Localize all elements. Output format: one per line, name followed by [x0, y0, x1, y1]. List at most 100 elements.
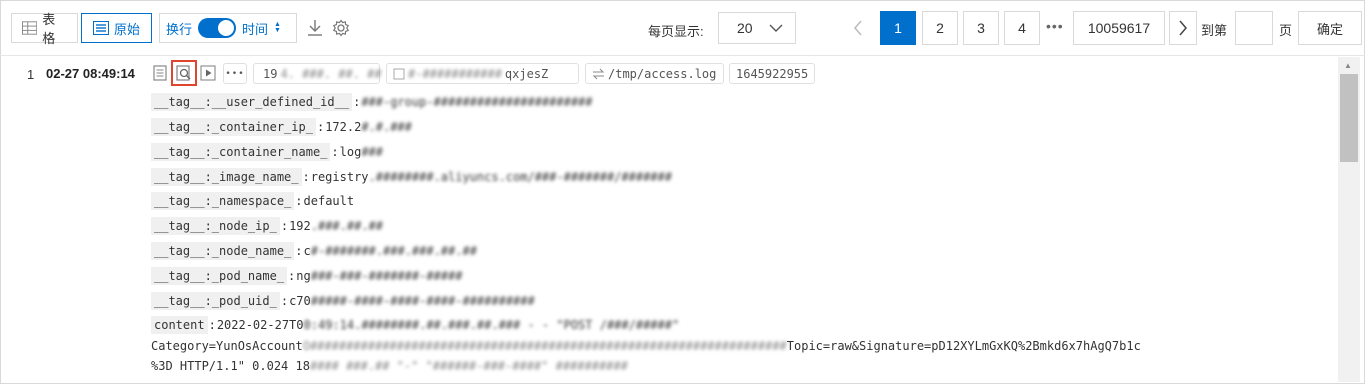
field-colon: :: [353, 95, 361, 109]
chevron-down-icon: [769, 24, 783, 32]
log-field: __tag__:_namespace_: default: [151, 191, 354, 211]
more-dots: •••: [225, 68, 245, 79]
prev-page-button[interactable]: [845, 11, 871, 45]
field-value-redacted: ###: [361, 145, 383, 159]
field-key: __tag__:_container_ip_: [151, 118, 316, 136]
field-key: __tag__:_namespace_: [151, 192, 295, 210]
field-value: ng: [296, 269, 311, 283]
page-button-4[interactable]: 4: [1004, 11, 1040, 45]
line-text-redacted: O#######################################…: [302, 339, 787, 353]
field-value-redacted: ###-group-######################: [361, 95, 593, 109]
page-number: 10059617: [1087, 20, 1151, 36]
page-button-1[interactable]: 1: [880, 11, 916, 45]
field-value-redacted: #.#.###: [361, 120, 412, 134]
per-page-label: 每页显示:: [648, 24, 704, 39]
field-key: __tag__:__user_defined_id__: [151, 93, 353, 111]
field-key: __tag__:_pod_name_: [151, 267, 288, 285]
chevron-right-icon: [1179, 20, 1187, 36]
field-colon: :: [280, 294, 289, 308]
wrap-label: 换行: [166, 21, 193, 37]
line-text: Category=YunOsAccount: [151, 339, 303, 353]
field-value: default: [303, 194, 355, 208]
last-page-button[interactable]: 10059617: [1073, 11, 1165, 45]
document-icon[interactable]: [150, 63, 170, 83]
goto-page-input[interactable]: [1235, 11, 1273, 45]
row-time: 02-27 08:49:14: [46, 66, 135, 81]
scroll-up-arrow-icon[interactable]: ▲: [1344, 61, 1352, 70]
field-colon: :: [280, 219, 289, 233]
page-number: 3: [977, 20, 985, 36]
log-field: __tag__:_image_name_: registry .########.a…: [151, 167, 672, 187]
next-page-button[interactable]: [1169, 11, 1197, 45]
goto-unit: 页: [1279, 23, 1293, 38]
gear-icon[interactable]: [331, 17, 351, 39]
field-value: 172.2: [325, 120, 362, 134]
field-colon: :: [316, 120, 325, 134]
field-value: log: [339, 145, 362, 159]
field-key: content: [151, 316, 208, 334]
sort-caret-icon[interactable]: ▲ ▼: [274, 21, 281, 34]
wrap-sort-group: 换行 时间 ▲ ▼: [159, 13, 297, 43]
list-icon: [92, 21, 109, 35]
field-value-redacted: #-#######.###.###.##.##: [310, 244, 477, 258]
log-field: __tag__:__user_defined_id__: ###-group-##…: [151, 92, 593, 112]
ip-chip[interactable]: P 194. ###. ##. ##: [253, 63, 382, 84]
ip-visible: 19: [263, 66, 278, 81]
timestamp-chip[interactable]: 1645922955: [729, 63, 815, 84]
vertical-scrollbar[interactable]: ▲: [1338, 57, 1360, 382]
timestamp-text: 1645922955: [736, 66, 809, 81]
field-colon: :: [295, 244, 303, 258]
table-view-label: 表格: [42, 12, 56, 46]
confirm-button[interactable]: 确定: [1298, 11, 1362, 45]
goto-label: 到第: [1201, 23, 1228, 38]
line-text-redacted: #### ###.## "-" "######-###-####" ######…: [309, 359, 628, 373]
scroll-thumb[interactable]: [1340, 74, 1358, 162]
more-button[interactable]: •••: [223, 63, 247, 84]
field-value-redacted: .########.aliyuncs.com/###-#######/#####…: [368, 170, 672, 184]
table-view-button[interactable]: 表格: [11, 12, 78, 46]
field-value-redacted: #####-####-####-####-##########: [310, 294, 535, 308]
field-key: __tag__:_container_name_: [151, 143, 331, 161]
ip-blurred: 4. ###. ##. ##: [280, 66, 382, 81]
field-colon: :: [208, 318, 216, 332]
log-field: content:2022-02-27T0 0:49:14.########.##.…: [151, 315, 679, 335]
field-value: registry: [310, 170, 369, 184]
page-number: 2: [936, 20, 944, 36]
field-value: c: [303, 244, 311, 258]
log-field: __tag__:_pod_name_: ng ###-###-#######-###…: [151, 266, 462, 286]
download-icon[interactable]: [305, 17, 325, 39]
log-field: __tag__:_container_name_: log ###: [151, 142, 383, 162]
source-path-chip[interactable]: /tmp/access.log: [585, 63, 724, 84]
host-blurred: #-###########: [408, 66, 502, 81]
raw-view-label: 原始: [113, 21, 140, 37]
row-index: 1: [27, 67, 35, 82]
field-colon: :: [302, 170, 310, 184]
swap-arrows-icon: [592, 68, 605, 79]
raw-view-button[interactable]: 原始: [81, 13, 152, 43]
per-page-value: 20: [737, 20, 753, 36]
page-button-3[interactable]: 3: [963, 11, 999, 45]
field-value: c70: [289, 294, 311, 308]
play-icon[interactable]: [198, 63, 218, 83]
per-page-select[interactable]: 20: [718, 12, 796, 44]
host-chip[interactable]: #-########### qxjesZ: [386, 63, 579, 84]
content-continuation-line: %3D HTTP/1.1" 0.024 18#### ###.## "-" "#…: [151, 359, 628, 373]
chevron-left-icon: [854, 20, 862, 36]
content-continuation-line: Category=YunOsAccountO##################…: [151, 339, 1141, 353]
context-search-icon[interactable]: [171, 60, 197, 86]
field-key: __tag__:_node_name_: [151, 242, 295, 260]
wrap-toggle[interactable]: [198, 18, 237, 38]
field-value-redacted: 0:49:14.########.##.###.##.### - - "POST…: [303, 318, 680, 332]
field-key: __tag__:_pod_uid_: [151, 292, 280, 310]
line-text: %3D HTTP/1.1" 0.024 18: [151, 359, 310, 373]
page-button-2[interactable]: 2: [922, 11, 958, 45]
field-value: 2022-02-27T0: [216, 318, 304, 332]
host-visible: qxjesZ: [504, 66, 549, 81]
log-field: __tag__:_node_ip_:192 .###.##.##: [151, 216, 383, 236]
host-icon: [393, 68, 405, 79]
page-ellipsis[interactable]: •••: [1046, 18, 1064, 34]
field-value: 192: [289, 219, 311, 233]
field-key: __tag__:_image_name_: [151, 168, 302, 186]
time-sort-label[interactable]: 时间: [242, 19, 268, 38]
page-number: 1: [894, 20, 902, 36]
